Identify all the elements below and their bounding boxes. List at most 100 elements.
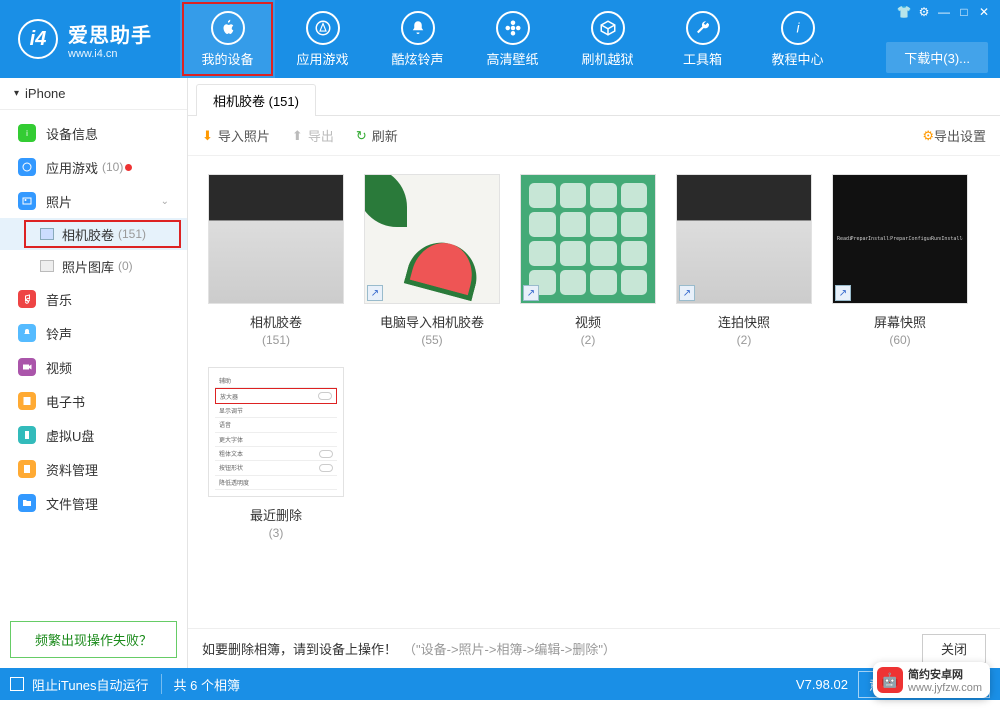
export-settings-button[interactable]: ⚙导出设置 <box>922 126 986 145</box>
box-icon <box>591 11 625 45</box>
folder-icon <box>40 260 54 272</box>
download-progress-button[interactable]: 下载中(3)... <box>886 42 988 73</box>
nav-label: 酷炫铃声 <box>391 49 443 68</box>
tab-camera-roll[interactable]: 相机胶卷 (151) <box>196 84 316 116</box>
album-thumbnail: 辅助放大器显示调节语音更大字体粗体文本按钮形状降低透明度 <box>208 367 344 497</box>
hint-path: （"设备->照片->相簿->编辑->删除"） <box>403 639 616 658</box>
album-thumbnail <box>208 174 344 304</box>
apps-icon <box>18 158 36 176</box>
maximize-icon[interactable]: □ <box>954 4 974 20</box>
album-item[interactable]: 相机胶卷 (151) <box>198 174 354 347</box>
album-item[interactable]: ↗ 连拍快照 (2) <box>666 174 822 347</box>
apple-icon <box>211 11 245 45</box>
bell-icon <box>401 11 435 45</box>
album-name: 屏幕快照 <box>822 312 978 331</box>
music-icon <box>18 290 36 308</box>
album-count: (2) <box>510 333 666 347</box>
sidebar-item-photos[interactable]: 照片 ⌄ <box>0 184 187 218</box>
album-item[interactable]: ↗ 视频 (2) <box>510 174 666 347</box>
help-link[interactable]: 频繁出现操作失败？ <box>10 621 177 658</box>
album-item[interactable]: 辅助放大器显示调节语音更大字体粗体文本按钮形状降低透明度 最近删除 (3) <box>198 367 354 540</box>
notification-dot <box>125 164 132 171</box>
shortcut-badge-icon: ↗ <box>523 285 539 301</box>
album-count: (55) <box>354 333 510 347</box>
brand-name: 爱思助手 <box>68 19 152 48</box>
sidebar-item-video[interactable]: 视频 <box>0 350 187 384</box>
sidebar-item-label: 音乐 <box>46 290 72 309</box>
skin-icon[interactable]: 👕 <box>894 4 914 20</box>
close-icon[interactable]: ✕ <box>974 4 994 20</box>
album-name: 最近删除 <box>198 505 354 524</box>
album-count: (2) <box>666 333 822 347</box>
sidebar-item-label: 铃声 <box>46 324 72 343</box>
album-thumbnail: Reading database... 1780 filesPreparing … <box>832 174 968 304</box>
video-icon <box>18 358 36 376</box>
version-label: V7.98.02 <box>796 677 848 692</box>
chevron-down-icon: ⌄ <box>161 196 169 207</box>
sidebar-item-label: 虚拟U盘 <box>46 426 94 445</box>
settings-icon[interactable]: ⚙ <box>914 4 934 20</box>
sidebar-item-label: 资料管理 <box>46 460 98 479</box>
nav-toolbox[interactable]: 工具箱 <box>655 0 750 78</box>
album-count: (60) <box>822 333 978 347</box>
shortcut-badge-icon: ↗ <box>367 285 383 301</box>
sidebar-item-usb[interactable]: 虚拟U盘 <box>0 418 187 452</box>
export-icon: ⬆ <box>292 128 303 144</box>
nav-apps[interactable]: 应用游戏 <box>275 0 370 78</box>
sidebar-item-label: 文件管理 <box>46 494 98 513</box>
sidebar-item-label: 照片 <box>46 192 72 211</box>
close-button[interactable]: 关闭 <box>922 634 986 663</box>
status-bar: 阻止iTunes自动运行 共 6 个相簿 V7.98.02 意见反馈 微信 <box>0 668 1000 700</box>
album-item[interactable]: Reading database... 1780 filesPreparing … <box>822 174 978 347</box>
album-grid: 相机胶卷 (151) ↗ 电脑导入相机胶卷 (55) ↗ 视频 (2) ↗ 连拍… <box>188 156 1000 628</box>
sidebar-item-ebooks[interactable]: 电子书 <box>0 384 187 418</box>
sidebar-item-music[interactable]: 音乐 <box>0 282 187 316</box>
button-label: 刷新 <box>372 126 398 145</box>
album-total: 共 6 个相簿 <box>174 675 240 694</box>
export-button[interactable]: ⬆ 导出 <box>292 126 334 145</box>
album-thumbnail: ↗ <box>520 174 656 304</box>
folder-icon <box>40 228 54 240</box>
import-button[interactable]: ⬇ 导入照片 <box>202 126 270 145</box>
sidebar-sub-photo-library[interactable]: 照片图库 (0) <box>0 250 187 282</box>
shortcut-badge-icon: ↗ <box>679 285 695 301</box>
button-label: 导出 <box>308 126 334 145</box>
device-dropdown[interactable]: ▾ iPhone <box>0 78 187 110</box>
import-icon: ⬇ <box>202 128 213 144</box>
album-name: 连拍快照 <box>666 312 822 331</box>
sidebar-item-ringtones[interactable]: 铃声 <box>0 316 187 350</box>
itunes-checkbox[interactable] <box>10 677 24 691</box>
sidebar-item-data[interactable]: 资料管理 <box>0 452 187 486</box>
sidebar-sub-camera-roll[interactable]: 相机胶卷 (151) <box>0 218 187 250</box>
count-badge: (151) <box>118 227 146 241</box>
sidebar-item-device-info[interactable]: i 设备信息 <box>0 116 187 150</box>
nav-tutorials[interactable]: i 教程中心 <box>750 0 845 78</box>
tab-bar: 相机胶卷 (151) <box>188 78 1000 116</box>
album-count: (151) <box>198 333 354 347</box>
folder-icon <box>18 494 36 512</box>
refresh-button[interactable]: ↻ 刷新 <box>356 126 398 145</box>
sidebar-item-label: 视频 <box>46 358 72 377</box>
photo-icon <box>18 192 36 210</box>
minimize-icon[interactable]: — <box>934 4 954 20</box>
wrench-icon <box>686 11 720 45</box>
album-thumbnail: ↗ <box>676 174 812 304</box>
sidebar-item-label: 应用游戏 <box>46 158 98 177</box>
svg-text:i: i <box>796 20 800 35</box>
sidebar-item-apps[interactable]: 应用游戏 (10) <box>0 150 187 184</box>
refresh-icon: ↻ <box>356 128 367 144</box>
logo-badge: i4 <box>18 19 58 59</box>
sidebar-item-files[interactable]: 文件管理 <box>0 486 187 520</box>
nav-jailbreak[interactable]: 刷机越狱 <box>560 0 655 78</box>
album-item[interactable]: ↗ 电脑导入相机胶卷 (55) <box>354 174 510 347</box>
sidebar-sub-label: 相机胶卷 <box>62 225 114 244</box>
album-thumbnail: ↗ <box>364 174 500 304</box>
brand-url: www.i4.cn <box>68 48 152 60</box>
nav-label: 教程中心 <box>771 49 823 68</box>
nav-wallpapers[interactable]: 高清壁纸 <box>465 0 560 78</box>
button-label: 导入照片 <box>218 126 270 145</box>
nav-ringtones[interactable]: 酷炫铃声 <box>370 0 465 78</box>
sidebar-item-label: 设备信息 <box>46 124 98 143</box>
bell-icon <box>18 324 36 342</box>
nav-my-device[interactable]: 我的设备 <box>180 0 275 78</box>
